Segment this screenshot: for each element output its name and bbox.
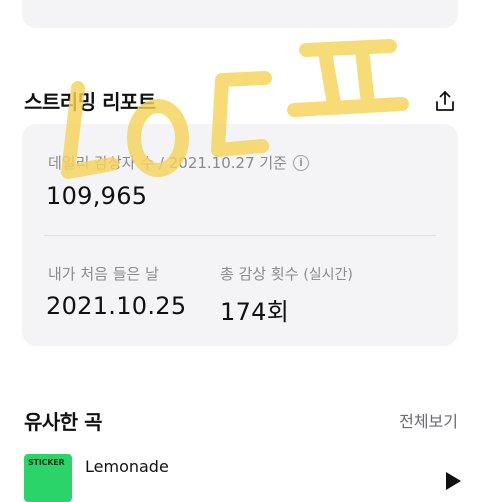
view-all-link[interactable]: 전체보기: [399, 408, 458, 432]
song-title: Lemonade: [85, 457, 169, 476]
stream-report-title: 스트리밍 리포트: [24, 90, 156, 114]
total-plays-value: 174회: [220, 298, 290, 326]
album-art-label: STICKER: [28, 458, 65, 467]
daily-listeners-label-text: 데일리 감상자 수 / 2021.10.27 기준: [48, 154, 287, 172]
play-icon[interactable]: [441, 470, 463, 492]
daily-listeners-value: 109,965: [46, 182, 148, 210]
info-icon[interactable]: i: [292, 154, 309, 171]
previous-section-card: [22, 0, 458, 28]
divider: [44, 235, 436, 236]
share-button[interactable]: [432, 88, 458, 114]
song-row[interactable]: STICKER Lemonade: [22, 452, 480, 502]
first-listen-label: 내가 처음 들은 날: [48, 265, 159, 283]
similar-songs-title: 유사한 곡: [24, 410, 103, 434]
first-listen-value: 2021.10.25: [46, 292, 187, 320]
total-plays-label: 총 감상 횟수 (실시간): [220, 263, 353, 284]
stream-report-card: 데일리 감상자 수 / 2021.10.27 기준 i 109,965 내가 처…: [22, 124, 458, 346]
total-plays-realtime-note: (실시간): [303, 267, 353, 283]
album-art[interactable]: STICKER: [24, 454, 72, 502]
daily-listeners-label: 데일리 감상자 수 / 2021.10.27 기준 i: [48, 152, 309, 173]
share-icon: [436, 91, 454, 111]
total-plays-label-text: 총 감상 횟수: [220, 265, 299, 283]
